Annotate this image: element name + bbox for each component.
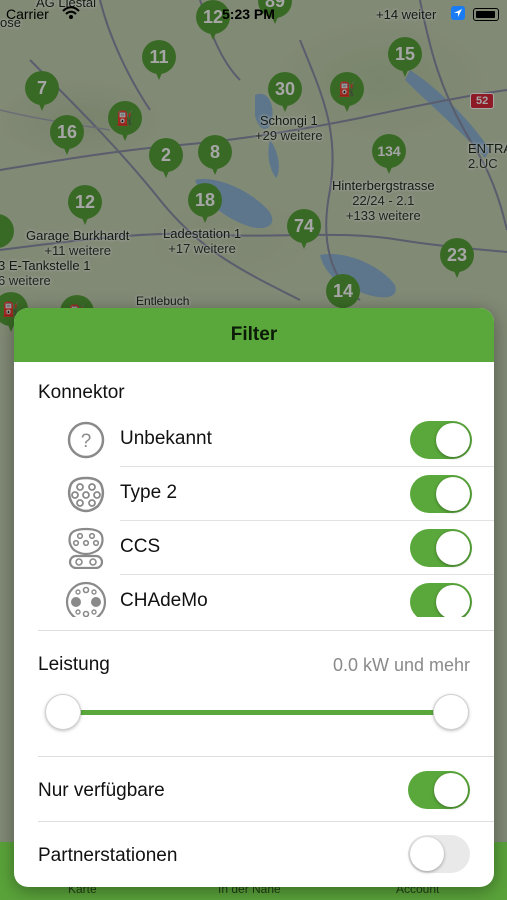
connector-row-chademo: CHAdeMo [64,575,494,617]
only-available-toggle[interactable] [408,771,470,809]
connector-row-type2: Type 2 [64,467,494,521]
partner-stations-toggle[interactable] [408,835,470,873]
location-arrow-icon [451,6,465,20]
divider [38,821,494,822]
filter-sheet: Filter Konnektor ? Unbekannt Type 2 CCS … [14,308,494,887]
filter-title: Filter [14,308,494,362]
partner-stations-label: Partnerstationen [38,845,178,866]
unknown-connector-icon: ? [67,421,105,459]
divider [38,756,494,757]
chademo-connector-icon [65,581,107,617]
power-slider-min-thumb[interactable] [45,694,81,730]
power-slider-track[interactable] [62,710,450,715]
only-available-label: Nur verfügbare [38,780,165,801]
connector-list[interactable]: ? Unbekannt Type 2 CCS CHAdeMo [14,362,494,617]
wifi-icon [62,6,80,19]
battery-icon [473,8,499,21]
connector-row-unknown: ? Unbekannt [64,413,494,467]
connector-label: CCS [120,536,161,557]
connector-label: CHAdeMo [120,590,208,611]
unknown-connector-toggle[interactable] [410,421,472,459]
connector-label: Type 2 [120,482,178,503]
status-bar: Carrier 5:23 PM [0,0,507,28]
ccs-connector-toggle[interactable] [410,529,472,567]
chademo-connector-toggle[interactable] [410,583,472,617]
power-slider-max-thumb[interactable] [433,694,469,730]
connector-row-ccs: CCS [64,521,494,575]
connector-label: Unbekannt [120,428,212,449]
clock: 5:23 PM [222,6,275,22]
power-section-title: Leistung [38,654,110,675]
svg-text:?: ? [81,431,92,452]
type2-connector-toggle[interactable] [410,475,472,513]
ccs-connector-icon [68,527,104,569]
divider [38,630,494,631]
carrier-label: Carrier [6,6,49,22]
type2-connector-icon [67,476,105,513]
power-value-label: 0.0 kW und mehr [332,655,470,675]
